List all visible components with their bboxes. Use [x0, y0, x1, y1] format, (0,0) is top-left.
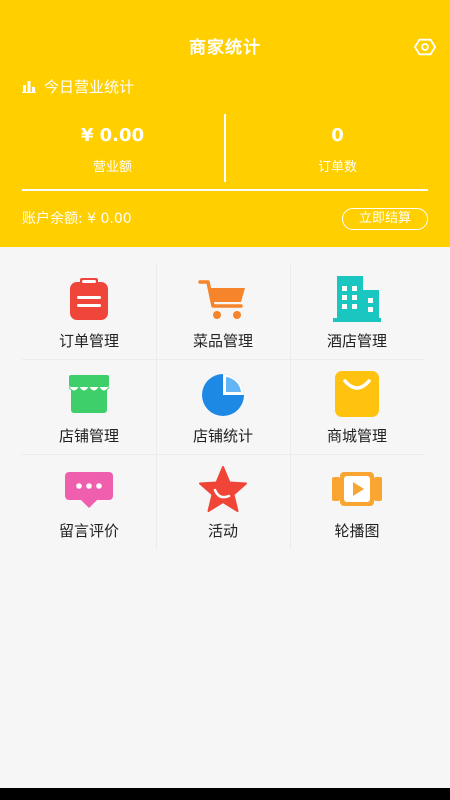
menu-item-activity[interactable]: 活动 [156, 454, 290, 549]
menu-item-label: 店铺统计 [192, 427, 253, 445]
system-bottom-bar [0, 788, 450, 800]
revenue-value: ¥ 0.00 [80, 125, 145, 146]
settings-icon[interactable] [414, 36, 436, 58]
menu-grid: 订单管理 菜品管理 酒店管理 店铺管理 店铺统计 商城管理 留言评价 活动 轮播… [22, 264, 424, 549]
video-play-icon [332, 472, 382, 506]
pie-chart-icon [202, 374, 244, 416]
settle-now-button[interactable]: 立即结算 [342, 208, 428, 230]
page-title: 商家统计 [189, 38, 261, 58]
orders-label: 订单数 [317, 160, 357, 175]
menu-item-carousel[interactable]: 轮播图 [290, 454, 424, 549]
cart-icon [198, 280, 245, 319]
shopping-bag-icon [335, 371, 379, 417]
building-icon [333, 276, 381, 322]
menu-item-label: 店铺管理 [58, 427, 119, 445]
menu-item-dish-management[interactable]: 菜品管理 [156, 264, 290, 359]
star-icon [199, 466, 247, 512]
menu-item-label: 菜品管理 [192, 332, 253, 350]
header-divider [22, 189, 428, 191]
menu-item-label: 订单管理 [58, 332, 119, 350]
revenue-stat: ¥ 0.00 营业额 [0, 124, 225, 175]
menu-item-label: 酒店管理 [326, 332, 387, 350]
orders-value: 0 [331, 125, 344, 146]
menu-item-order-management[interactable]: 订单管理 [22, 264, 156, 359]
today-stats-text: 今日营业统计 [44, 77, 135, 96]
menu-item-mall-management[interactable]: 商城管理 [290, 359, 424, 454]
clipboard-icon [70, 278, 108, 320]
menu-item-store-statistics[interactable]: 店铺统计 [156, 359, 290, 454]
menu-item-store-management[interactable]: 店铺管理 [22, 359, 156, 454]
menu-item-label: 商城管理 [326, 427, 387, 445]
orders-stat: 0 订单数 [225, 124, 450, 175]
stats-header: 商家统计 今日营业统计 ¥ 0.00 营业额 0 订单数 账户余额: ¥ 0.0… [0, 0, 450, 247]
menu-item-label: 活动 [207, 522, 238, 540]
revenue-label: 营业额 [92, 160, 132, 175]
shop-icon [68, 375, 110, 413]
account-balance: 账户余额: ¥ 0.00 [22, 211, 132, 227]
screen: 商家统计 今日营业统计 ¥ 0.00 营业额 0 订单数 账户余额: ¥ 0.0… [0, 0, 450, 788]
menu-item-message-review[interactable]: 留言评价 [22, 454, 156, 549]
menu-item-label: 轮播图 [334, 522, 380, 540]
today-stats-label: 今日营业统计 [22, 76, 134, 96]
menu-item-label: 留言评价 [58, 522, 119, 540]
bar-chart-icon [22, 81, 36, 93]
message-icon [65, 472, 113, 508]
menu-item-hotel-management[interactable]: 酒店管理 [290, 264, 424, 359]
